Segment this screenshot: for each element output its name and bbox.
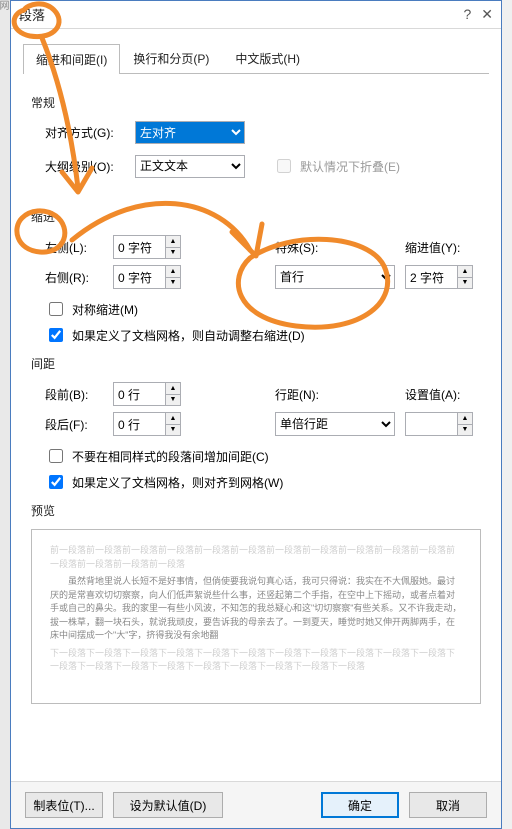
preview-ghost-before: 前一段落前一段落前一段落前一段落前一段落前一段落前一段落前一段落前一段落前一段落…: [50, 545, 455, 569]
row-indent-left: 左侧(L): ▲▼ 特殊(S): 缩进值(Y):: [45, 235, 481, 259]
mirror-indent-checkbox[interactable]: 对称缩进(M): [45, 299, 481, 319]
outline-label: 大纲级别(O):: [45, 158, 127, 175]
spacing-at-input[interactable]: [405, 412, 457, 436]
row-space-before: 段前(B): ▲▼ 行距(N): 设置值(A):: [45, 382, 481, 406]
tab-indent-spacing[interactable]: 缩进和间距(I): [23, 44, 120, 74]
line-spacing-combo[interactable]: 单倍行距: [275, 412, 395, 436]
dialog-body: 常规 对齐方式(G): 左对齐 大纲级别(O): 正文文本 默认情况下折叠(E)…: [11, 74, 501, 781]
tab-line-page-breaks[interactable]: 换行和分页(P): [120, 43, 222, 73]
row-space-after: 段后(F): ▲▼ 单倍行距 ▲▼: [45, 412, 481, 436]
preview-ghost-after: 下一段落下一段落下一段落下一段落下一段落下一段落下一段落下一段落下一段落下一段落…: [50, 648, 455, 672]
indent-left-input[interactable]: [113, 235, 165, 259]
outline-combo[interactable]: 正文文本: [135, 155, 245, 178]
window-buttons: ? ✕: [463, 6, 493, 23]
preview-sample-text: 虽然背地里说人长短不是好事情，但倘使要我说句真心话，我可只得说：我实在不大佩服她…: [50, 575, 462, 643]
row-outline: 大纲级别(O): 正文文本 默认情况下折叠(E): [45, 150, 481, 182]
cancel-button[interactable]: 取消: [409, 792, 487, 818]
space-before-label: 段前(B):: [45, 386, 105, 403]
mirror-indent-input[interactable]: [49, 302, 63, 316]
no-space-same-style-checkbox[interactable]: 不要在相同样式的段落间增加间距(C): [45, 446, 481, 466]
grid-indent-input[interactable]: [49, 328, 63, 342]
close-icon[interactable]: ✕: [481, 6, 493, 23]
section-preview: 预览: [31, 502, 481, 519]
space-before-input[interactable]: [113, 382, 165, 406]
tab-strip: 缩进和间距(I) 换行和分页(P) 中文版式(H): [23, 43, 489, 74]
indent-right-input[interactable]: [113, 265, 165, 289]
snap-grid-checkbox[interactable]: 如果定义了文档网格，则对齐到网格(W): [45, 472, 481, 492]
indent-left-spin[interactable]: ▲▼: [165, 235, 181, 259]
section-indent: 缩进: [31, 208, 481, 225]
snap-grid-label: 如果定义了文档网格，则对齐到网格(W): [72, 474, 283, 491]
snap-grid-input[interactable]: [49, 475, 63, 489]
special-combo[interactable]: 首行: [275, 265, 395, 289]
background-strip: 网: [0, 0, 10, 829]
grid-indent-label: 如果定义了文档网格，则自动调整右缩进(D): [72, 327, 305, 344]
preview-box: 前一段落前一段落前一段落前一段落前一段落前一段落前一段落前一段落前一段落前一段落…: [31, 529, 481, 704]
indent-right-spin[interactable]: ▲▼: [165, 265, 181, 289]
ok-button[interactable]: 确定: [321, 792, 399, 818]
collapse-checkbox[interactable]: 默认情况下折叠(E): [273, 156, 400, 176]
no-space-same-style-input[interactable]: [49, 449, 63, 463]
indent-by-input[interactable]: [405, 265, 457, 289]
collapse-check-label: 默认情况下折叠(E): [300, 158, 400, 175]
section-spacing: 间距: [31, 355, 481, 372]
grid-indent-checkbox[interactable]: 如果定义了文档网格，则自动调整右缩进(D): [45, 325, 481, 345]
alignment-combo[interactable]: 左对齐: [135, 121, 245, 144]
alignment-label: 对齐方式(G):: [45, 124, 127, 141]
row-indent-right: 右侧(R): ▲▼ 首行 ▲▼: [45, 265, 481, 289]
collapse-check-input: [277, 159, 291, 173]
indent-left-label: 左侧(L):: [45, 239, 105, 256]
section-general: 常规: [31, 94, 481, 111]
dialog-title: 段落: [19, 5, 45, 24]
no-space-same-style-label: 不要在相同样式的段落间增加间距(C): [72, 448, 269, 465]
space-after-label: 段后(F):: [45, 416, 105, 433]
dialog-footer: 制表位(T)... 设为默认值(D) 确定 取消: [11, 781, 501, 828]
spacing-at-label: 设置值(A):: [405, 386, 460, 403]
row-alignment: 对齐方式(G): 左对齐: [45, 121, 481, 144]
space-after-input[interactable]: [113, 412, 165, 436]
paragraph-dialog: 段落 ? ✕ 缩进和间距(I) 换行和分页(P) 中文版式(H) 常规 对齐方式…: [10, 0, 502, 829]
tabs-button[interactable]: 制表位(T)...: [25, 792, 103, 818]
spacing-at-spin[interactable]: ▲▼: [457, 412, 473, 436]
indent-right-label: 右侧(R):: [45, 269, 105, 286]
indent-by-label: 缩进值(Y):: [405, 239, 460, 256]
help-icon[interactable]: ?: [463, 6, 471, 23]
special-label: 特殊(S):: [275, 239, 318, 256]
space-before-spin[interactable]: ▲▼: [165, 382, 181, 406]
mirror-indent-label: 对称缩进(M): [72, 301, 138, 318]
tab-asian-typography[interactable]: 中文版式(H): [222, 43, 313, 73]
set-default-button[interactable]: 设为默认值(D): [113, 792, 223, 818]
indent-by-spin[interactable]: ▲▼: [457, 265, 473, 289]
space-after-spin[interactable]: ▲▼: [165, 412, 181, 436]
titlebar: 段落 ? ✕: [11, 1, 501, 29]
line-spacing-label: 行距(N):: [275, 386, 319, 403]
